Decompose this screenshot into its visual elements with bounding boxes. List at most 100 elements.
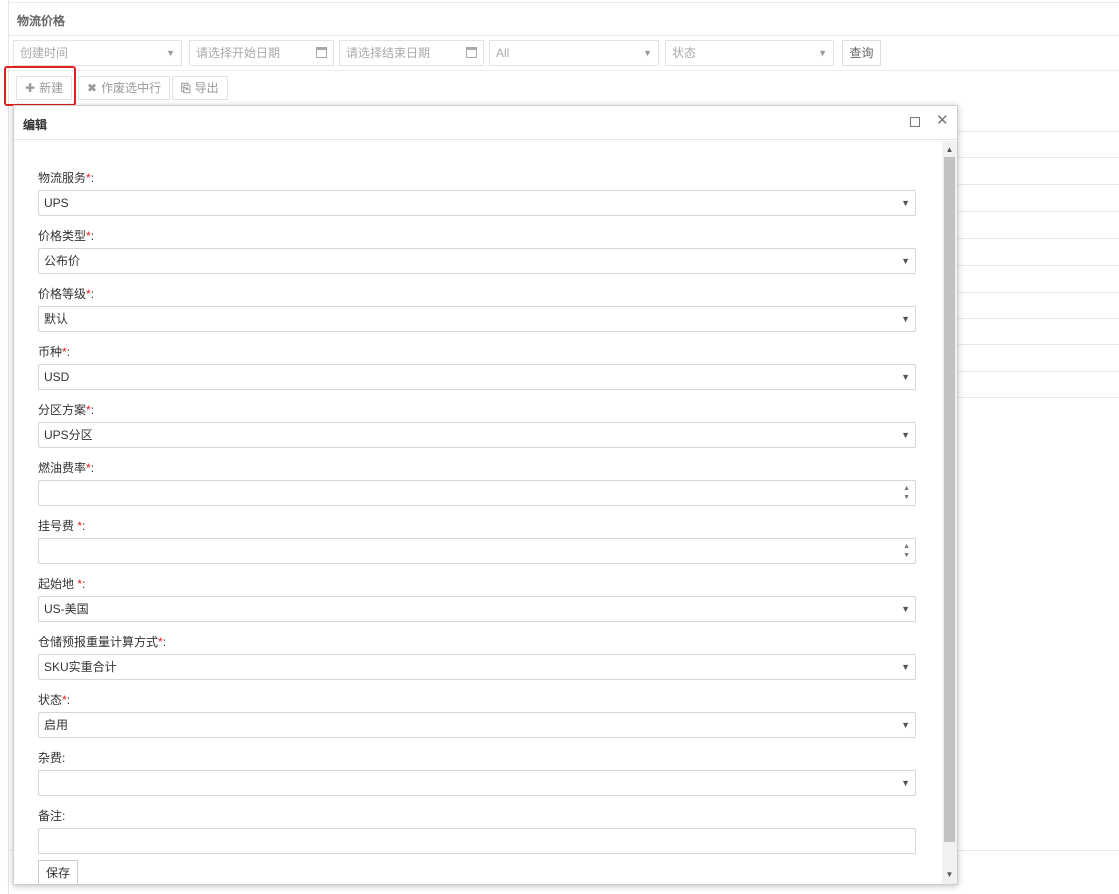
field-select[interactable]: 公布价 ▼ <box>38 248 916 274</box>
calendar-icon <box>466 47 477 58</box>
scrollbar[interactable]: ▲ ▼ <box>942 141 957 884</box>
table-row-line <box>957 131 1119 132</box>
field-label-text: 分区方案 <box>38 403 87 417</box>
start-date-input[interactable]: 请选择开始日期 <box>189 40 334 66</box>
spinner-arrows-icon[interactable]: ▲ ▼ <box>903 484 910 502</box>
field-label: 币种*: <box>38 343 70 360</box>
field-label: 状态*: <box>38 691 70 708</box>
table-row-line <box>957 265 1119 266</box>
start-date-placeholder: 请选择开始日期 <box>196 46 281 60</box>
field-label: 挂号费 *: <box>38 517 85 534</box>
label-colon: : <box>90 171 95 185</box>
field-number-input[interactable]: ▲ ▼ <box>38 480 916 506</box>
field-value: 启用 <box>44 718 69 732</box>
label-colon: : <box>162 635 167 649</box>
field-value: USD <box>44 370 70 384</box>
field-value: UPS <box>44 196 69 210</box>
maximize-icon[interactable] <box>910 117 920 127</box>
chevron-down-icon: ▼ <box>901 256 910 266</box>
created-time-select[interactable]: 创建时间 ▼ <box>13 40 182 66</box>
field-select[interactable]: UPS ▼ <box>38 190 916 216</box>
created-time-label: 创建时间 <box>20 46 69 60</box>
calendar-icon <box>316 47 327 58</box>
field-value: 公布价 <box>44 254 81 268</box>
label-colon: : <box>90 403 95 417</box>
table-row-line <box>957 344 1119 345</box>
scroll-up-arrow-icon[interactable]: ▲ <box>942 145 957 154</box>
close-icon[interactable]: ✕ <box>936 112 949 130</box>
field-label-text: 币种 <box>38 345 63 359</box>
chevron-down-icon: ▼ <box>901 662 910 672</box>
field-text-input[interactable] <box>38 828 916 854</box>
save-button[interactable]: 保存 <box>38 860 78 884</box>
label-colon: : <box>62 751 66 765</box>
field-label-text: 备注 <box>38 809 63 823</box>
end-date-placeholder: 请选择结束日期 <box>346 46 431 60</box>
dialog-title: 编辑 <box>23 118 48 132</box>
table-row-line <box>957 397 1119 398</box>
highlight-box <box>4 66 76 106</box>
chevron-down-icon: ▼ <box>901 198 910 208</box>
end-date-input[interactable]: 请选择结束日期 <box>339 40 484 66</box>
field-select[interactable]: ▼ <box>38 770 916 796</box>
field-label-text: 状态 <box>38 693 63 707</box>
file-export-icon: ⎘ <box>181 81 191 95</box>
label-colon: : <box>90 229 95 243</box>
chevron-down-icon: ▼ <box>901 430 910 440</box>
scrollbar-thumb[interactable] <box>944 157 955 842</box>
field-label: 仓储预报重量计算方式*: <box>38 633 166 650</box>
field-select[interactable]: USD ▼ <box>38 364 916 390</box>
page-title: 物流价格 <box>17 14 66 28</box>
times-icon: ✖ <box>87 81 98 95</box>
field-label: 物流服务*: <box>38 169 94 186</box>
field-label: 备注: <box>38 807 65 824</box>
field-value: US-美国 <box>44 602 89 616</box>
label-colon: : <box>66 345 71 359</box>
status-select-label: 状态 <box>672 46 697 60</box>
table-row-line <box>957 318 1119 319</box>
field-number-input[interactable]: ▲ ▼ <box>38 538 916 564</box>
field-label: 分区方案*: <box>38 401 94 418</box>
field-label-text: 挂号费 <box>38 519 78 533</box>
scroll-down-arrow-icon[interactable]: ▼ <box>942 870 957 879</box>
query-button[interactable]: 查询 <box>842 40 881 66</box>
dialog-body: 保存 物流服务*: UPS ▼ 价格类型*: 公布价 ▼ 价格等级*: 默认 ▼ 币种*: USD ▼… <box>14 141 942 884</box>
field-select[interactable]: UPS分区 ▼ <box>38 422 916 448</box>
field-label-text: 价格等级 <box>38 287 87 301</box>
divider <box>9 70 1119 71</box>
table-row-line <box>957 371 1119 372</box>
label-colon: : <box>82 519 86 533</box>
chevron-down-icon: ▼ <box>901 604 910 614</box>
field-select[interactable]: 启用 ▼ <box>38 712 916 738</box>
status-select[interactable]: 状态 ▼ <box>665 40 834 66</box>
chevron-down-icon: ▼ <box>901 778 910 788</box>
export-button[interactable]: ⎘ 导出 <box>172 76 228 100</box>
dialog-header: 编辑 ✕ <box>14 106 957 140</box>
label-colon: : <box>66 693 71 707</box>
chevron-down-icon: ▼ <box>643 48 652 58</box>
chevron-down-icon: ▼ <box>901 314 910 324</box>
all-select[interactable]: All ▼ <box>489 40 659 66</box>
table-row-line <box>957 184 1119 185</box>
field-value: 默认 <box>44 312 69 326</box>
export-label: 导出 <box>194 81 219 95</box>
field-label: 起始地 *: <box>38 575 85 592</box>
label-colon: : <box>90 287 95 301</box>
field-select[interactable]: 默认 ▼ <box>38 306 916 332</box>
chevron-down-icon: ▼ <box>901 720 910 730</box>
field-label: 燃油费率*: <box>38 459 94 476</box>
table-row-line <box>957 238 1119 239</box>
label-colon: : <box>62 809 66 823</box>
chevron-down-icon: ▼ <box>166 48 175 58</box>
field-select[interactable]: SKU实重合计 ▼ <box>38 654 916 680</box>
field-label-text: 杂费 <box>38 751 63 765</box>
chevron-down-icon: ▼ <box>901 372 910 382</box>
spinner-arrows-icon[interactable]: ▲ ▼ <box>903 542 910 560</box>
void-selected-label: 作废选中行 <box>101 81 162 95</box>
field-label: 杂费: <box>38 749 65 766</box>
field-label: 价格类型*: <box>38 227 94 244</box>
panel-header: 物流价格 <box>9 2 1119 36</box>
field-select[interactable]: US-美国 ▼ <box>38 596 916 622</box>
void-selected-button[interactable]: ✖ 作废选中行 <box>78 76 171 100</box>
label-colon: : <box>82 577 86 591</box>
